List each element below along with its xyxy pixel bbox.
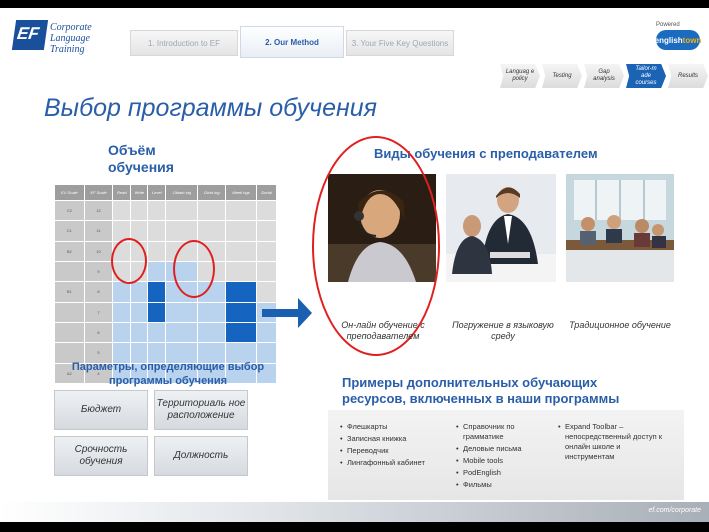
volume-title: Объём обучения (108, 142, 174, 175)
grid-ef-cell: 7 (83, 301, 114, 323)
grid-header: Obtain ing (165, 184, 199, 201)
tab-introduction[interactable]: 1. Introduction to EF (130, 30, 238, 56)
page-title: Выбор программы обучения (44, 94, 377, 122)
type-label-online: Он-лайн обучение с преподавателем (341, 320, 425, 341)
grid-ef-cell: 11 (83, 220, 114, 242)
list-item: Записная книжка (340, 434, 440, 444)
grid-header: EU Scale (54, 184, 85, 201)
grid-eu-cell (54, 260, 85, 283)
grid-ef-cell: 12 (83, 199, 114, 222)
list-item: Mobile tools (456, 456, 552, 466)
type-label-immersion: Погружение в языковую среду (452, 320, 554, 341)
slide: EF Corporate Language Training 1. Introd… (0, 8, 709, 522)
param-position: Должность (154, 436, 248, 476)
type-label-traditional: Традиционное обучение (569, 320, 671, 330)
list-item: Переводчик (340, 446, 440, 456)
param-urgency: Срочность обучения (54, 436, 148, 476)
step-gap-analysis[interactable]: Gap analysis (584, 64, 624, 88)
footer-strip (0, 502, 709, 522)
step-language-policy[interactable]: Languag e policy (500, 64, 540, 88)
params-title: Параметры, определяющие выбор программы … (71, 361, 265, 387)
resources-box: Флешкарты Записная книжка Переводчик Лин… (328, 410, 684, 500)
grid-header: Write (130, 184, 149, 201)
list-item: Фильмы (456, 480, 552, 490)
highlight-circle (173, 240, 215, 298)
grid-ef-cell: 8 (83, 281, 114, 303)
classroom-photo (566, 174, 674, 282)
step-testing[interactable]: Testing (542, 64, 582, 88)
resources-list-2: Справочник по грамматике Деловые письма … (456, 422, 552, 492)
logo-line-2: Language Training (50, 33, 90, 55)
grid-eu-cell (54, 321, 85, 344)
grid-eu-cell: B1 (54, 281, 85, 303)
resources-title: Примеры дополнительных обучающих ресурсо… (342, 375, 620, 406)
grid-header: Givin ing (197, 184, 227, 201)
grid-header: Meeti ngs (225, 184, 257, 201)
tab-five-key-questions[interactable]: 3. Your Five Key Questions (346, 30, 454, 56)
resources-list-3: Expand Toolbar – непосредственный доступ… (558, 422, 670, 464)
grid-ef-cell: 9 (83, 260, 114, 283)
resources-list-1: Флешкарты Записная книжка Переводчик Лин… (340, 422, 440, 470)
grid-ef-cell: 6 (83, 321, 114, 344)
grid-eu-cell: C2 (54, 199, 85, 222)
ef-logo: EF Corporate Language Training (11, 18, 114, 55)
grid-header: EF Scale (83, 184, 114, 201)
step-tailor-made-courses[interactable]: Tailor-m ade courses (626, 64, 666, 88)
list-item: Флешкарты (340, 422, 440, 432)
immersion-photo (446, 174, 556, 282)
grid-eu-cell (54, 301, 85, 323)
grid-ef-cell: 10 (83, 240, 114, 262)
highlight-circle (111, 238, 147, 284)
list-item: PodEnglish (456, 468, 552, 478)
param-location: Территориаль ное расположение (154, 390, 248, 430)
grid-header: Level (147, 184, 167, 201)
englishtown-logo: english town (655, 30, 701, 50)
grid-header: Social (255, 184, 278, 201)
list-item: Лингафонный кабинет (340, 458, 440, 468)
arrow-right-icon (262, 298, 312, 328)
process-steps: Languag e policy Testing Gap analysis Ta… (500, 64, 709, 90)
grid-eu-cell: B2 (54, 240, 85, 262)
list-item: Справочник по грамматике (456, 422, 552, 442)
list-item: Expand Toolbar – непосредственный доступ… (558, 422, 670, 462)
ef-logo-mark: EF (11, 20, 49, 50)
powered-label: Powered (656, 22, 680, 28)
grid-eu-cell: C1 (54, 220, 85, 242)
list-item: Деловые письма (456, 444, 552, 454)
param-budget: Бюджет (54, 390, 148, 430)
step-results[interactable]: Results (668, 64, 708, 88)
logo-line-1: Corporate (50, 22, 92, 33)
grid-header: Read (112, 184, 132, 201)
tab-our-method[interactable]: 2. Our Method (240, 26, 344, 58)
level-grid: EU Scale EF Scale Read Write Level Obtai… (54, 184, 278, 385)
footer-url[interactable]: ef.com/corporate (648, 507, 701, 514)
